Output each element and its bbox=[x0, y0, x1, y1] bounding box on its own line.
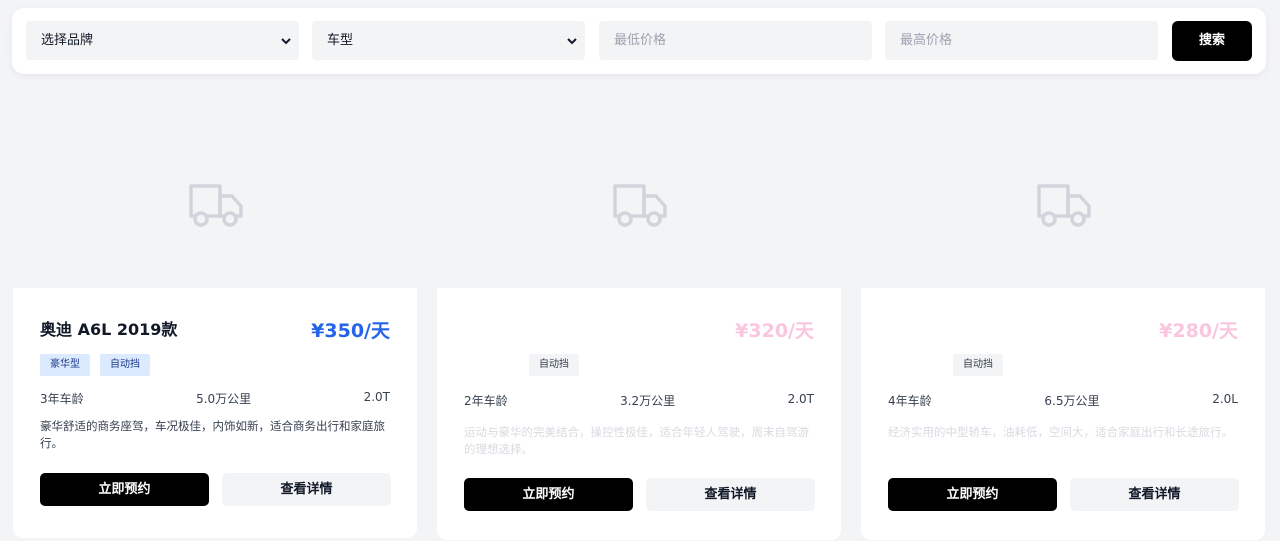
book-now-button[interactable]: 立即预约 bbox=[888, 478, 1057, 511]
car-tags: 自动挡 bbox=[953, 354, 1003, 376]
car-price: ¥320/天 bbox=[735, 320, 814, 342]
car-age: 2年车龄 bbox=[464, 394, 508, 408]
max-price-input[interactable]: 最高价格 bbox=[885, 21, 1158, 60]
car-specs: 4年车龄 6.5万公里 2.0L bbox=[888, 392, 1238, 409]
view-details-button[interactable]: 查看详情 bbox=[1070, 478, 1239, 511]
model-select-value: 车型 bbox=[327, 33, 354, 48]
brand-select[interactable]: 选择品牌 bbox=[26, 21, 299, 60]
view-details-button[interactable]: 查看详情 bbox=[646, 478, 815, 511]
min-price-placeholder: 最低价格 bbox=[614, 33, 667, 48]
car-card: 奥迪 A6L 2019款 ¥350/天 豪华型 自动挡 3年车龄 5.0万公里 … bbox=[13, 130, 417, 538]
car-tags: 自动挡 bbox=[529, 354, 579, 376]
tag-automatic: 自动挡 bbox=[529, 354, 579, 376]
car-title: 奥迪 A6L 2019款 bbox=[40, 320, 178, 339]
truck-icon bbox=[1037, 184, 1091, 227]
chevron-down-icon bbox=[567, 38, 577, 45]
car-description: 豪华舒适的商务座驾，车况极佳，内饰如新，适合商务出行和家庭旅行。 bbox=[40, 419, 385, 450]
chevron-down-icon bbox=[281, 38, 291, 45]
car-image-placeholder bbox=[437, 130, 841, 288]
car-card: ¥320/天 自动挡 2年车龄 3.2万公里 2.0T 运动与豪华的完美结合，操… bbox=[437, 130, 841, 540]
max-price-placeholder: 最高价格 bbox=[900, 33, 953, 48]
car-specs: 2年车龄 3.2万公里 2.0T bbox=[464, 392, 814, 409]
truck-icon bbox=[189, 184, 243, 227]
book-now-button[interactable]: 立即预约 bbox=[464, 478, 633, 511]
car-price: ¥350/天 bbox=[311, 320, 390, 342]
search-button[interactable]: 搜索 bbox=[1172, 21, 1252, 61]
brand-select-value: 选择品牌 bbox=[41, 33, 94, 48]
car-card: ¥280/天 自动挡 4年车龄 6.5万公里 2.0L 经济实用的中型轿车，油耗… bbox=[861, 130, 1265, 540]
car-mileage: 6.5万公里 bbox=[1044, 394, 1100, 408]
car-engine: 2.0T bbox=[787, 392, 814, 406]
truck-icon bbox=[613, 184, 667, 227]
car-mileage: 3.2万公里 bbox=[620, 394, 676, 408]
tag-luxury: 豪华型 bbox=[40, 354, 90, 376]
car-engine: 2.0T bbox=[363, 390, 390, 404]
min-price-input[interactable]: 最低价格 bbox=[599, 21, 872, 60]
car-tags: 豪华型 自动挡 bbox=[40, 354, 150, 376]
car-specs: 3年车龄 5.0万公里 2.0T bbox=[40, 390, 390, 407]
car-mileage: 5.0万公里 bbox=[196, 392, 252, 406]
view-details-button[interactable]: 查看详情 bbox=[222, 473, 391, 506]
car-description: 运动与豪华的完美结合，操控性极佳，适合年轻人驾驶，周末自驾游的理想选择。 bbox=[464, 425, 809, 456]
tag-automatic: 自动挡 bbox=[100, 354, 150, 376]
car-engine: 2.0L bbox=[1212, 392, 1238, 406]
car-age: 4年车龄 bbox=[888, 394, 932, 408]
car-image-placeholder bbox=[861, 130, 1265, 288]
model-select[interactable]: 车型 bbox=[312, 21, 585, 60]
car-price: ¥280/天 bbox=[1159, 320, 1238, 342]
car-age: 3年车龄 bbox=[40, 392, 84, 406]
tag-automatic: 自动挡 bbox=[953, 354, 1003, 376]
car-description: 经济实用的中型轿车，油耗低，空间大，适合家庭出行和长途旅行。 bbox=[888, 425, 1233, 439]
book-now-button[interactable]: 立即预约 bbox=[40, 473, 209, 506]
search-bar: 选择品牌 车型 最低价格 最高价格 搜索 bbox=[12, 8, 1266, 74]
car-image-placeholder bbox=[13, 130, 417, 288]
